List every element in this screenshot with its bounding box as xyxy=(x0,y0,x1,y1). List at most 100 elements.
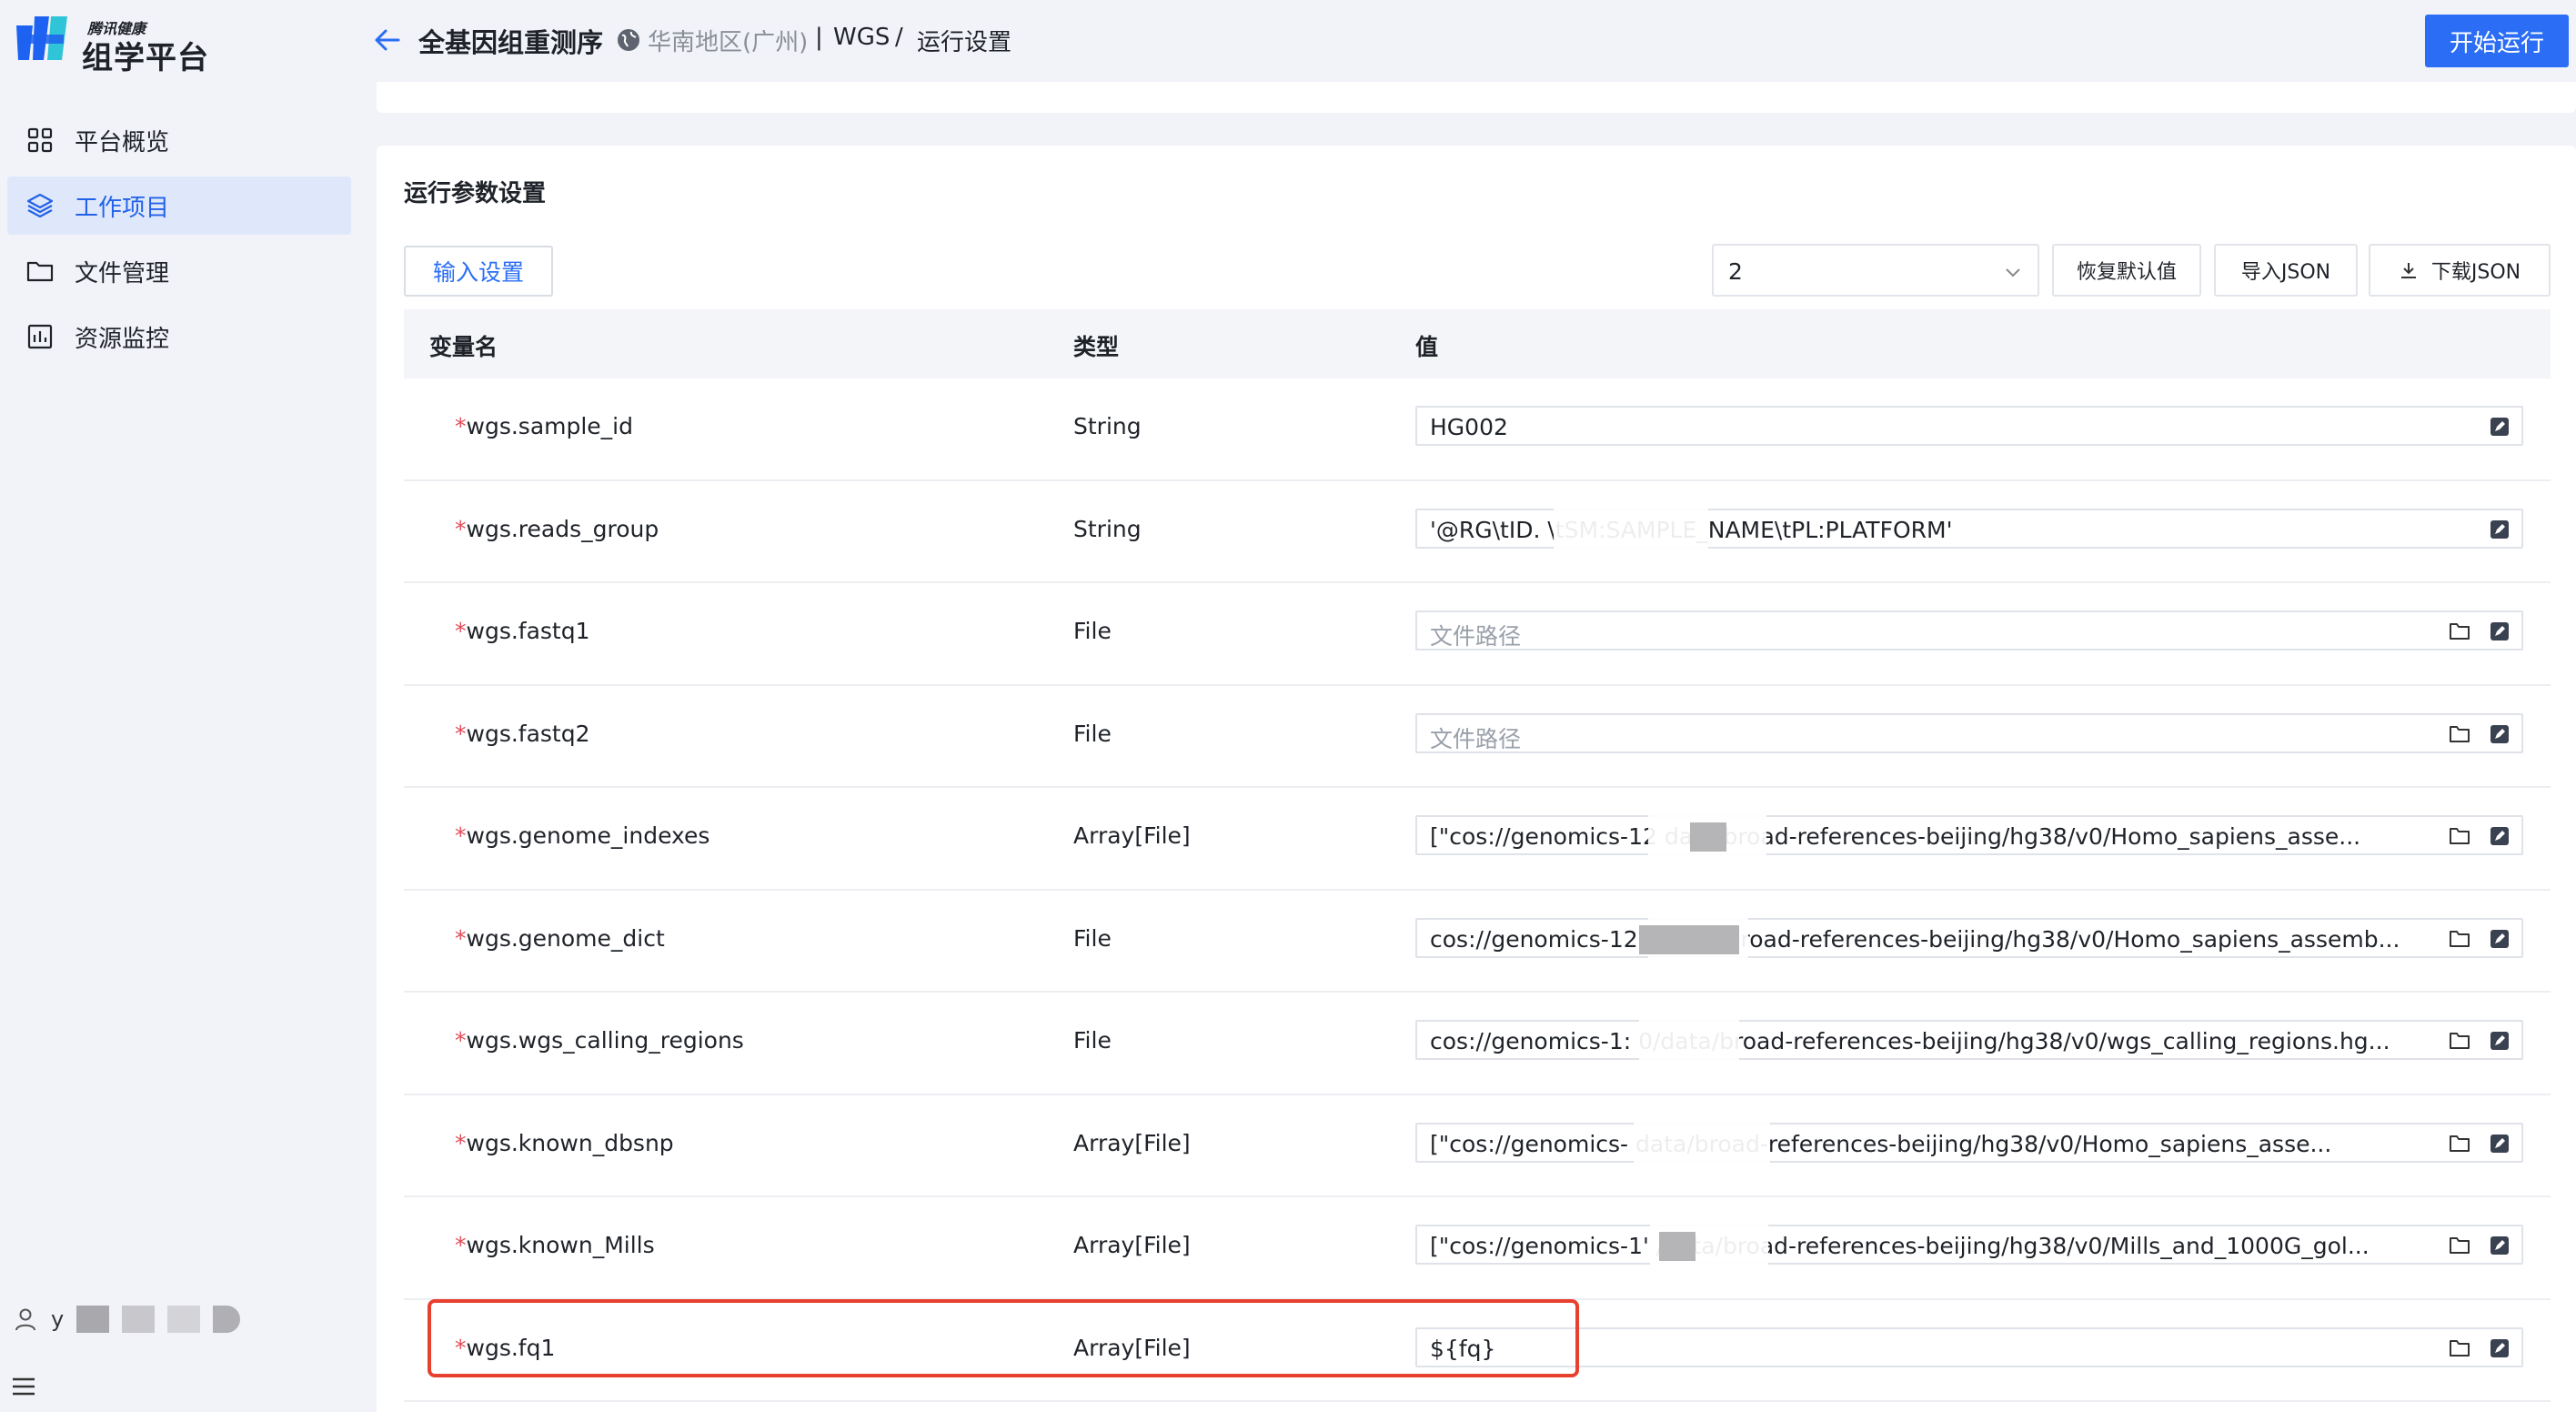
start-run-button[interactable]: 开始运行 xyxy=(2425,15,2569,67)
redacted-region xyxy=(1659,1232,1696,1261)
folder-icon[interactable] xyxy=(2449,621,2470,641)
param-name-text: wgs.genome_indexes xyxy=(466,822,710,849)
table-row: *wgs.known_dbsnp Array[File] ["cos://genom… xyxy=(404,1095,2551,1197)
param-name: *wgs.sample_id xyxy=(455,413,633,439)
user-name: y xyxy=(51,1306,65,1332)
menu-icon[interactable] xyxy=(11,1376,36,1397)
required-mark: * xyxy=(455,1232,467,1258)
param-value-input[interactable]: cos://genomics-1: 0/data/broad-reference… xyxy=(1415,1016,2523,1067)
required-mark: * xyxy=(455,515,467,542)
required-mark: * xyxy=(455,1334,467,1361)
param-value-input[interactable]: 文件路径 xyxy=(1415,610,2523,651)
select-value: 2 xyxy=(1728,258,1743,285)
edit-icon[interactable] xyxy=(2489,416,2511,438)
param-name: *wgs.known_dbsnp xyxy=(455,1130,674,1156)
table-row: *wgs.fastq1 File 文件路径 xyxy=(404,583,2551,686)
param-type: Array[File] xyxy=(1073,822,1191,849)
logo-icon xyxy=(16,16,67,60)
edit-icon[interactable] xyxy=(2489,519,2511,540)
user-account[interactable]: y xyxy=(13,1301,241,1337)
section-title: 运行参数设置 xyxy=(404,180,547,207)
param-name: *wgs.known_Mills xyxy=(455,1232,655,1258)
import-json-button[interactable]: 导入JSON xyxy=(2214,244,2358,297)
redacted-username xyxy=(167,1306,201,1333)
param-value-text: ${fq} xyxy=(1430,1335,1496,1362)
table-row: *wgs.reads_group String '@RG\tID. \tSM:SAM… xyxy=(404,481,2551,583)
chart-icon xyxy=(25,322,55,351)
required-mark: * xyxy=(455,1027,467,1054)
param-value-input[interactable]: '@RG\tID. \tSM:SAMPLE_NAME\tPL:PLATFORM' xyxy=(1415,504,2523,556)
edit-icon[interactable] xyxy=(2489,1030,2511,1052)
param-value-input[interactable]: HG002 xyxy=(1415,406,2523,446)
param-name: *wgs.genome_indexes xyxy=(455,822,709,849)
sidebar-item-label: 工作项目 xyxy=(75,194,170,222)
sidebar-item-files[interactable]: 文件管理 xyxy=(7,242,351,300)
breadcrumb-project[interactable]: WGS xyxy=(833,24,890,51)
folder-icon xyxy=(25,257,55,286)
redacted-username xyxy=(122,1306,156,1333)
breadcrumb-region[interactable]: 华南地区(广州) xyxy=(648,24,808,57)
param-value-input[interactable]: ["cos://genomics- data/broad-references-… xyxy=(1415,1118,2523,1170)
folder-icon[interactable] xyxy=(2449,929,2470,949)
edit-icon[interactable] xyxy=(2489,1337,2511,1359)
sidebar-item-projects[interactable]: 工作项目 xyxy=(7,176,351,235)
edit-icon[interactable] xyxy=(2489,620,2511,642)
table-header: 变量名 类型 值 xyxy=(404,309,2551,378)
sidebar-item-label: 平台概览 xyxy=(75,128,170,156)
table-row: *wgs.fastq2 File 文件路径 xyxy=(404,686,2551,788)
params-table: 变量名 类型 值 *wgs.sample_id String HG002 *wgs.r… xyxy=(404,309,2551,1402)
param-name: *wgs.genome_dict xyxy=(455,925,665,952)
edit-icon[interactable] xyxy=(2489,1235,2511,1256)
param-name-text: wgs.reads_group xyxy=(466,515,659,542)
table-row: *wgs.fq1 Array[File] ${fq} xyxy=(404,1300,2551,1402)
tab-input-settings[interactable]: 输入设置 xyxy=(404,246,553,297)
restore-default-button[interactable]: 恢复默认值 xyxy=(2052,244,2201,297)
folder-icon[interactable] xyxy=(2449,1236,2470,1256)
edit-icon[interactable] xyxy=(2489,825,2511,847)
required-mark: * xyxy=(455,924,467,952)
edit-icon[interactable] xyxy=(2489,1133,2511,1155)
param-name-text: wgs.known_dbsnp xyxy=(466,1129,674,1156)
column-header-type: 类型 xyxy=(1073,334,1120,360)
redacted-region xyxy=(1554,504,1708,556)
chevron-down-icon xyxy=(2006,268,2020,277)
param-value-input[interactable]: cos://genomics-12 0/data/broad-reference… xyxy=(1415,913,2523,965)
param-value-input[interactable]: 文件路径 xyxy=(1415,712,2523,753)
logo-title: 组学平台 xyxy=(82,40,209,76)
edit-icon[interactable] xyxy=(2489,928,2511,950)
edit-icon[interactable] xyxy=(2489,723,2511,745)
redacted-region xyxy=(1634,1118,1770,1170)
logo[interactable]: 腾讯健康 组学平台 xyxy=(13,13,231,76)
folder-icon[interactable] xyxy=(2449,1134,2470,1154)
param-value-input[interactable]: ${fq} xyxy=(1415,1326,2523,1367)
param-name-text: wgs.fastq2 xyxy=(466,720,590,747)
sidebar-item-overview[interactable]: 平台概览 xyxy=(7,111,351,169)
sidebar: 腾讯健康 组学平台 平台概览 工作项目 文件管理 资源监控 y xyxy=(0,0,367,1412)
redacted-region xyxy=(1639,924,1739,954)
param-name-text: wgs.fastq1 xyxy=(466,618,590,644)
param-value-input[interactable]: ["cos://genomics-12 data/broad-reference… xyxy=(1415,812,2523,862)
folder-icon[interactable] xyxy=(2449,1338,2470,1358)
param-type: String xyxy=(1073,413,1142,439)
param-name-text: wgs.sample_id xyxy=(466,413,634,439)
run-params-panel: 运行参数设置 输入设置 2 恢复默认值 导入JSON 下载JSON 变量名 类型… xyxy=(377,146,2576,1412)
required-mark: * xyxy=(455,618,467,644)
back-arrow-icon[interactable] xyxy=(373,25,402,55)
param-value-text: 文件路径 xyxy=(1430,725,1522,752)
param-value-input[interactable]: ["cos://genomics-1' /data/broad-referenc… xyxy=(1415,1221,2523,1272)
sidebar-item-monitor[interactable]: 资源监控 xyxy=(7,308,351,366)
config-select[interactable]: 2 xyxy=(1712,244,2039,297)
param-type: File xyxy=(1073,924,1112,952)
required-mark: * xyxy=(455,413,467,439)
folder-icon[interactable] xyxy=(2449,1031,2470,1051)
param-type: Array[File] xyxy=(1073,1129,1191,1156)
param-name-text: wgs.known_Mills xyxy=(466,1232,655,1258)
breadcrumb-separator: / xyxy=(895,24,903,51)
sidebar-item-label: 资源监控 xyxy=(75,325,170,353)
folder-icon[interactable] xyxy=(2449,826,2470,846)
redacted-username xyxy=(76,1306,110,1333)
folder-icon[interactable] xyxy=(2449,724,2470,744)
download-json-button[interactable]: 下载JSON xyxy=(2369,244,2551,297)
breadcrumb-separator: | xyxy=(815,24,823,51)
param-value-text: ["cos://genomics- data/broad-references-… xyxy=(1430,1130,2332,1157)
